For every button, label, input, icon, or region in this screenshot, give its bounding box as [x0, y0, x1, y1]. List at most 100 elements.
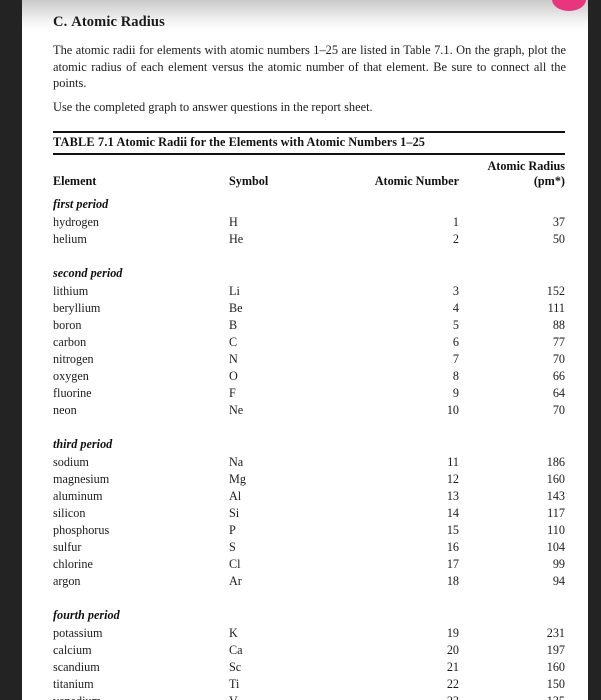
cell-symbol: Li: [229, 284, 240, 298]
cell-atomic-radius: 117: [547, 506, 565, 520]
cell-atomic-radius: 94: [552, 574, 565, 588]
table-row: fluorine F 9 64: [53, 385, 565, 402]
table-period-heading-row: second period: [53, 262, 565, 283]
cell-atomic-number: 4: [452, 301, 459, 315]
cell-atomic-number: 21: [446, 660, 459, 674]
period-label: first period: [53, 197, 109, 211]
table-row: nitrogen N 7 70: [53, 351, 565, 368]
cell-atomic-radius: 143: [546, 489, 565, 503]
cell-symbol: N: [229, 352, 238, 366]
cell-symbol: He: [229, 232, 244, 246]
table-row: scandium Sc 21 160: [53, 659, 565, 676]
cell-element: phosphorus: [53, 523, 110, 537]
cell-atomic-number: 13: [446, 489, 459, 503]
viewer-right-gutter: [588, 0, 601, 700]
table-caption-label: TABLE 7.1: [53, 135, 115, 149]
table-row: titanium Ti 22 150: [53, 676, 565, 693]
cell-symbol: Be: [229, 301, 243, 315]
table-body: first period hydrogen H 1 37 helium He 2 50 seco…: [53, 193, 565, 700]
cell-symbol: Si: [229, 506, 240, 520]
cell-element: titanium: [53, 677, 94, 691]
cell-element: oxygen: [53, 369, 89, 383]
cell-element: sodium: [53, 455, 89, 469]
table-row: phosphorus P 15 110: [53, 522, 565, 539]
cell-symbol: Al: [229, 489, 242, 503]
cell-atomic-number: 17: [446, 557, 459, 571]
table-caption: TABLE 7.1 Atomic Radii for the Elements …: [53, 133, 565, 153]
atomic-radii-table-block: TABLE 7.1 Atomic Radii for the Elements …: [53, 131, 565, 700]
intro-paragraph-2: Use the completed graph to answer questi…: [53, 99, 373, 114]
section-letter: C.: [53, 14, 68, 30]
table-group-spacer: [53, 590, 565, 604]
page-content: C. Atomic Radius The atomic radii for ele…: [22, 0, 588, 700]
cell-element: magnesium: [53, 472, 110, 486]
table-row: magnesium Mg 12 160: [53, 471, 565, 488]
cell-element: potassium: [53, 626, 103, 640]
atomic-radii-table: Element Symbol Atomic Number Atomic Radi…: [53, 155, 565, 700]
cell-element: sulfur: [53, 540, 82, 554]
cell-element: nitrogen: [53, 352, 94, 366]
cell-atomic-number: 16: [446, 540, 459, 554]
table-row: argon Ar 18 94: [53, 573, 565, 590]
cell-element: neon: [53, 403, 77, 417]
cell-atomic-radius: 160: [546, 472, 565, 486]
table-row: potassium K 19 231: [53, 625, 565, 642]
table-row: chlorine Cl 17 99: [53, 556, 565, 573]
table-period-heading-row: fourth period: [53, 604, 565, 625]
cell-symbol: Sc: [229, 660, 242, 674]
cell-symbol: Mg: [229, 472, 246, 486]
cell-atomic-radius: 70: [552, 403, 565, 417]
cell-atomic-number: 5: [452, 318, 459, 332]
cell-atomic-number: 23: [339, 693, 459, 700]
cell-symbol: Ca: [229, 643, 243, 657]
cell-atomic-radius: 110: [547, 523, 565, 537]
cell-element: carbon: [53, 335, 87, 349]
cell-atomic-number: 7: [452, 352, 459, 366]
cell-atomic-number: 15: [446, 523, 459, 537]
cell-element: beryllium: [53, 301, 101, 315]
cell-atomic-radius: 152: [546, 284, 565, 298]
cell-symbol: H: [229, 215, 238, 229]
cell-atomic-number: 22: [446, 677, 459, 691]
table-row: aluminum Al 13 143: [53, 488, 565, 505]
cell-symbol: K: [229, 626, 238, 640]
cell-element: fluorine: [53, 386, 92, 400]
document-page: C. Atomic Radius The atomic radii for ele…: [22, 0, 588, 700]
cell-atomic-radius: 50: [552, 232, 565, 246]
cell-atomic-number: 9: [452, 386, 459, 400]
table-row: sodium Na 11 186: [53, 454, 565, 471]
spacer-cell: [53, 419, 565, 433]
table-group-spacer: [53, 248, 565, 262]
cell-atomic-number: 3: [452, 284, 459, 298]
table-row: carbon C 6 77: [53, 334, 565, 351]
cell-atomic-radius: 231: [546, 626, 565, 640]
cell-symbol: Ne: [229, 403, 244, 417]
cell-atomic-number: 8: [452, 369, 459, 383]
cell-symbol: S: [229, 540, 236, 554]
cell-symbol: O: [229, 369, 238, 383]
cell-atomic-number: 20: [446, 643, 459, 657]
cell-atomic-radius: 99: [552, 557, 565, 571]
period-label: second period: [53, 266, 123, 280]
column-header-atomic-radius: Atomic Radius (pm*): [487, 159, 565, 188]
table-period-heading-row: third period: [53, 433, 565, 454]
cell-symbol: Ti: [229, 677, 240, 691]
table-caption-text: Atomic Radii for the Elements with Atomi…: [116, 135, 425, 149]
table-header-row: Element Symbol Atomic Number Atomic Radi…: [53, 155, 565, 193]
cell-symbol: C: [229, 335, 238, 349]
cell-symbol: Na: [229, 455, 244, 469]
cell-element: chlorine: [53, 557, 93, 571]
cell-element: hydrogen: [53, 215, 100, 229]
table-row: sulfur S 16 104: [53, 539, 565, 556]
cell-atomic-number: 11: [447, 455, 459, 469]
cell-atomic-number: 1: [452, 215, 459, 229]
viewer-left-gutter: [0, 0, 22, 700]
cell-atomic-radius: 104: [546, 540, 565, 554]
cell-atomic-number: 2: [452, 232, 459, 246]
column-header-symbol: Symbol: [229, 174, 269, 188]
cell-element: lithium: [53, 284, 89, 298]
section-title-text: Atomic Radius: [71, 14, 165, 30]
table-row: calcium Ca 20 197: [53, 642, 565, 659]
column-header-atomic-number: Atomic Number: [374, 174, 459, 188]
cell-symbol: V: [229, 693, 339, 700]
